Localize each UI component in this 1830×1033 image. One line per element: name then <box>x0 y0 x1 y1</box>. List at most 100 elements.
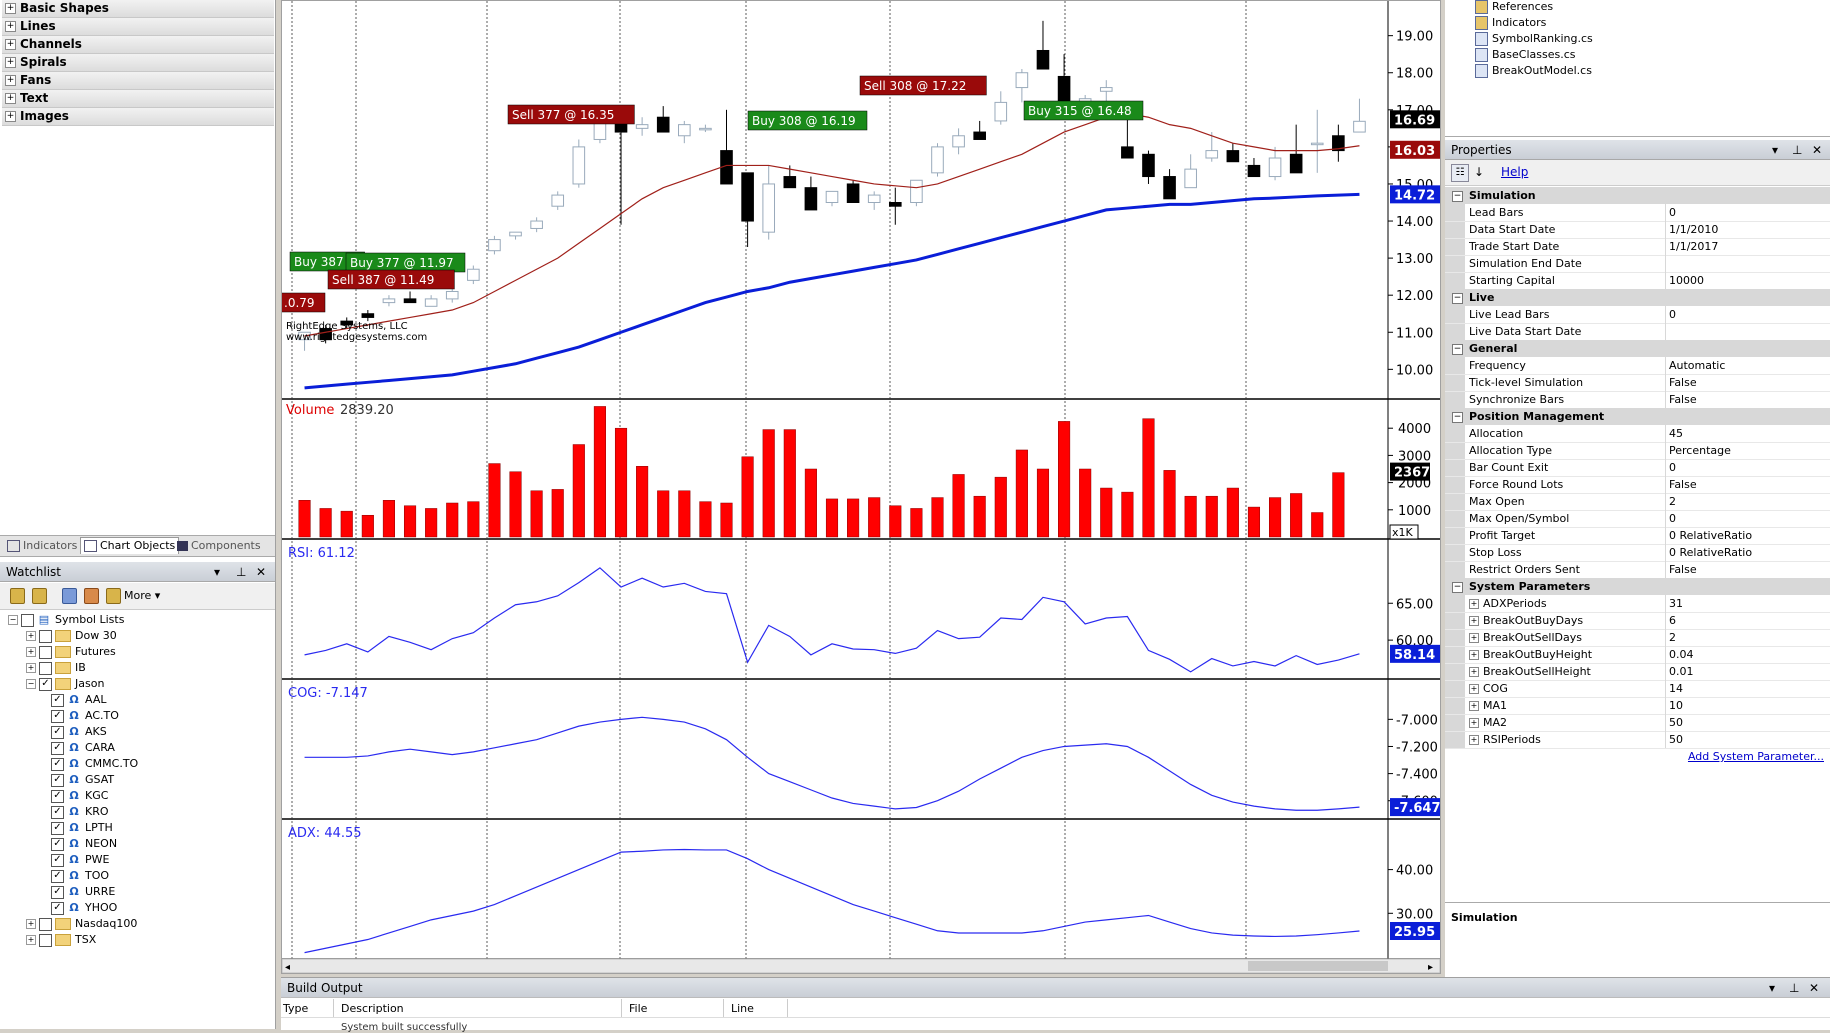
property-value[interactable]: 6 <box>1669 612 1829 629</box>
property-row[interactable]: Live Lead Bars 0 <box>1445 306 1830 324</box>
property-row[interactable]: Max Open/Symbol 0 <box>1445 510 1830 528</box>
help-link[interactable]: Help <box>1501 165 1528 179</box>
tree-folder[interactable]: + Futures <box>26 644 116 660</box>
property-row[interactable]: Bar Count Exit 0 <box>1445 459 1830 477</box>
property-row[interactable]: Data Start Date 1/1/2010 <box>1445 221 1830 239</box>
download-icon[interactable] <box>84 588 99 604</box>
expand-icon[interactable]: + <box>26 935 36 945</box>
expand-icon[interactable]: + <box>5 93 16 104</box>
property-value[interactable]: 10000 <box>1669 272 1829 289</box>
chart-object-section[interactable]: + Images <box>2 108 274 126</box>
property-value[interactable]: 14 <box>1669 680 1829 697</box>
tree-symbol[interactable]: ✓ Ω NEON <box>48 836 117 852</box>
column-file[interactable]: File <box>629 1002 647 1015</box>
property-row[interactable]: Frequency Automatic <box>1445 357 1830 375</box>
property-value[interactable]: 0 RelativeRatio <box>1669 527 1829 544</box>
expand-icon[interactable]: + <box>26 919 36 929</box>
property-category[interactable]: − System Parameters <box>1445 578 1830 595</box>
chart-object-section[interactable]: + Fans <box>2 72 274 90</box>
property-row[interactable]: + ADXPeriods 31 <box>1445 595 1830 613</box>
property-value[interactable]: 0 <box>1669 204 1829 221</box>
property-category[interactable]: − Position Management <box>1445 408 1830 425</box>
expand-icon[interactable]: + <box>1469 718 1479 728</box>
property-value[interactable]: 45 <box>1669 425 1829 442</box>
solution-item[interactable]: References <box>1475 0 1553 15</box>
tree-symbol[interactable]: ✓ Ω URRE <box>48 884 115 900</box>
sort-alpha-icon[interactable]: ↓ <box>1471 164 1487 180</box>
tree-symbol[interactable]: ✓ Ω YHOO <box>48 900 117 916</box>
chart-panel[interactable]: 19.0018.0017.0016.0015.0014.0013.0012.00… <box>279 0 1441 974</box>
property-value[interactable]: 31 <box>1669 595 1829 612</box>
property-value[interactable]: 50 <box>1669 714 1829 731</box>
expand-icon[interactable]: + <box>5 3 16 14</box>
checkbox[interactable] <box>39 661 52 675</box>
expand-icon[interactable]: + <box>1469 667 1479 677</box>
solution-item[interactable]: BreakOutModel.cs <box>1475 63 1592 79</box>
checkbox[interactable]: ✓ <box>51 693 64 707</box>
expand-icon[interactable]: + <box>5 57 16 68</box>
expand-icon[interactable]: + <box>1469 633 1479 643</box>
property-value[interactable]: 0 RelativeRatio <box>1669 544 1829 561</box>
column-line[interactable]: Line <box>731 1002 754 1015</box>
tree-folder[interactable]: − ✓ Jason <box>26 676 104 692</box>
categorized-icon[interactable]: ☷ <box>1451 164 1469 182</box>
property-row[interactable]: Trade Start Date 1/1/2017 <box>1445 238 1830 256</box>
property-row[interactable]: + COG 14 <box>1445 680 1830 698</box>
tree-symbol[interactable]: ✓ Ω CARA <box>48 740 115 756</box>
property-value[interactable]: 0.01 <box>1669 663 1829 680</box>
solution-item[interactable]: Indicators <box>1475 15 1546 31</box>
expand-icon[interactable]: + <box>5 21 16 32</box>
database-delete-icon[interactable] <box>106 588 121 604</box>
expand-icon[interactable]: + <box>1469 701 1479 711</box>
tree-symbol[interactable]: ✓ Ω AAL <box>48 692 106 708</box>
property-row[interactable]: Restrict Orders Sent False <box>1445 561 1830 579</box>
expand-icon[interactable]: + <box>5 75 16 86</box>
scroll-left-icon[interactable]: ◂ <box>285 962 290 973</box>
property-value[interactable]: 0 <box>1669 459 1829 476</box>
property-category[interactable]: − Simulation <box>1445 187 1830 204</box>
tree-symbol[interactable]: ✓ Ω LPTH <box>48 820 113 836</box>
database-add-icon[interactable] <box>32 588 47 604</box>
collapse-icon[interactable]: − <box>1452 343 1463 355</box>
chart-object-section[interactable]: + Lines <box>2 18 274 36</box>
close-icon[interactable]: ✕ <box>1812 140 1822 160</box>
checkbox[interactable]: ✓ <box>51 741 64 755</box>
property-value[interactable]: 0.04 <box>1669 646 1829 663</box>
property-value[interactable]: 1/1/2017 <box>1669 238 1829 255</box>
checkbox[interactable]: ✓ <box>51 789 64 803</box>
chart-object-section[interactable]: + Text <box>2 90 274 108</box>
checkbox[interactable] <box>39 629 52 643</box>
tree-folder[interactable]: + Nasdaq100 <box>26 916 137 932</box>
expand-icon[interactable]: + <box>26 631 36 641</box>
expand-icon[interactable]: + <box>26 663 36 673</box>
tree-symbol[interactable]: ✓ Ω KGC <box>48 788 108 804</box>
property-value[interactable]: 1/1/2010 <box>1669 221 1829 238</box>
dropdown-icon[interactable]: ▾ <box>1769 978 1775 998</box>
checkbox[interactable] <box>21 613 34 627</box>
solution-item[interactable]: SymbolRanking.cs <box>1475 31 1593 47</box>
property-row[interactable]: Simulation End Date <box>1445 255 1830 273</box>
property-value[interactable]: 0 <box>1669 510 1829 527</box>
dropdown-icon[interactable]: ▾ <box>214 562 220 582</box>
collapse-icon[interactable]: − <box>1452 292 1463 304</box>
expand-icon[interactable]: + <box>1469 684 1479 694</box>
property-row[interactable]: Live Data Start Date <box>1445 323 1830 341</box>
chart-object-section[interactable]: + Spirals <box>2 54 274 72</box>
checkbox[interactable]: ✓ <box>51 901 64 915</box>
checkbox[interactable]: ✓ <box>51 885 64 899</box>
property-value[interactable]: 2 <box>1669 629 1829 646</box>
tree-folder[interactable]: + IB <box>26 660 86 676</box>
dropdown-icon[interactable]: ▾ <box>1772 140 1778 160</box>
property-value[interactable]: False <box>1669 561 1829 578</box>
add-system-parameter-link[interactable]: Add System Parameter... <box>1688 750 1824 763</box>
checkbox[interactable] <box>39 933 52 947</box>
solution-item[interactable]: BaseClasses.cs <box>1475 47 1576 63</box>
scroll-right-icon[interactable]: ▸ <box>1428 962 1433 973</box>
property-row[interactable]: Max Open 2 <box>1445 493 1830 511</box>
tree-root[interactable]: − ▤ Symbol Lists <box>8 612 124 628</box>
property-category[interactable]: − Live <box>1445 289 1830 306</box>
database-icon[interactable] <box>10 588 25 604</box>
checkbox[interactable]: ✓ <box>51 773 64 787</box>
collapse-icon[interactable]: − <box>26 679 36 689</box>
tab-chart-objects[interactable]: Chart Objects <box>80 537 180 554</box>
